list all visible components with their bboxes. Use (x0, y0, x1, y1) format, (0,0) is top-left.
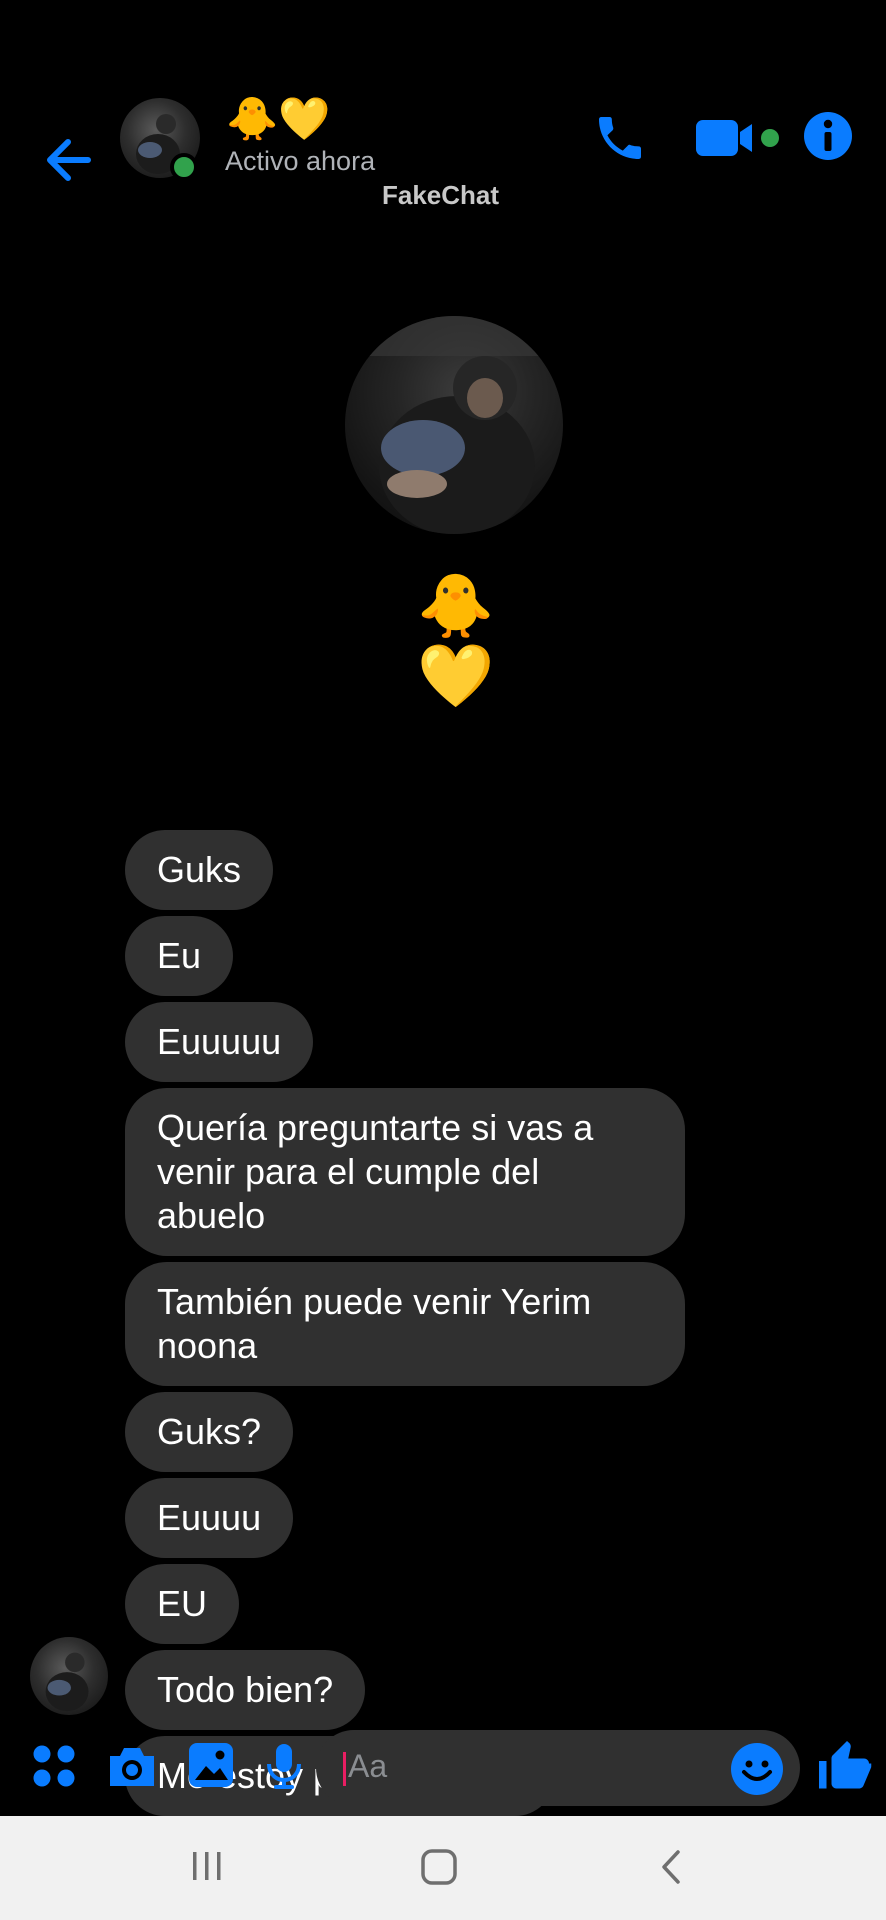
watermark: FakeChat (382, 180, 500, 210)
like-button[interactable] (814, 1736, 874, 1796)
voice-call-button[interactable] (592, 110, 648, 166)
info-icon (804, 112, 852, 160)
camera-button[interactable] (106, 1742, 154, 1790)
active-status: Activo ahora (225, 146, 376, 176)
message-bubble[interactable]: Todo bien? (125, 1650, 366, 1730)
message-bubble[interactable]: Guks? (125, 1392, 294, 1472)
home-button[interactable] (420, 1848, 458, 1886)
emoji-button[interactable] (730, 1742, 784, 1796)
profile-photo (345, 316, 563, 534)
apps-button[interactable] (30, 1742, 78, 1790)
gallery-icon (189, 1743, 233, 1787)
text-cursor (343, 1752, 346, 1786)
message-input[interactable] (316, 1730, 800, 1806)
recent-apps-icon (193, 1852, 221, 1880)
system-back-button[interactable] (656, 1848, 686, 1886)
chevron-left-icon (662, 1850, 680, 1884)
home-icon (421, 1849, 457, 1885)
thumbs-up-icon (819, 1741, 872, 1789)
message-bubble[interactable]: Eu (125, 916, 234, 996)
phone-icon (599, 117, 641, 159)
message-input-placeholder: Aa (348, 1748, 388, 1784)
message-bubble[interactable]: Guks (125, 830, 274, 910)
microphone-icon (267, 1744, 301, 1789)
recent-apps-button[interactable] (190, 1848, 224, 1884)
sender-avatar[interactable] (30, 1637, 108, 1715)
message-bubble[interactable]: Euuuuu (125, 1002, 314, 1082)
gallery-button[interactable] (188, 1742, 236, 1790)
message-bubble[interactable]: Quería preguntarte si vas a venir para e… (125, 1088, 685, 1256)
message-list: Guks Eu Euuuuu Quería preguntarte si vas… (125, 830, 825, 1822)
video-camera-icon (696, 120, 779, 156)
emoji-icon (731, 1743, 783, 1795)
profile-name: 🐥💛 (417, 572, 495, 711)
online-indicator (170, 153, 198, 181)
sender-photo (45, 1652, 89, 1712)
message-bubble[interactable]: EU (125, 1564, 240, 1644)
back-arrow-icon (47, 139, 91, 181)
video-call-button[interactable] (696, 116, 786, 160)
back-button[interactable] (40, 132, 96, 188)
info-button[interactable] (802, 110, 854, 162)
message-bubble[interactable]: También puede venir Yerim noona (125, 1262, 685, 1386)
contact-name[interactable]: 🐥💛 (226, 95, 331, 143)
message-bubble[interactable]: Euuuu (125, 1478, 294, 1558)
camera-icon (110, 1748, 154, 1786)
voice-message-button[interactable] (264, 1742, 312, 1790)
apps-grid-icon (33, 1745, 75, 1787)
profile-picture[interactable] (345, 316, 563, 534)
